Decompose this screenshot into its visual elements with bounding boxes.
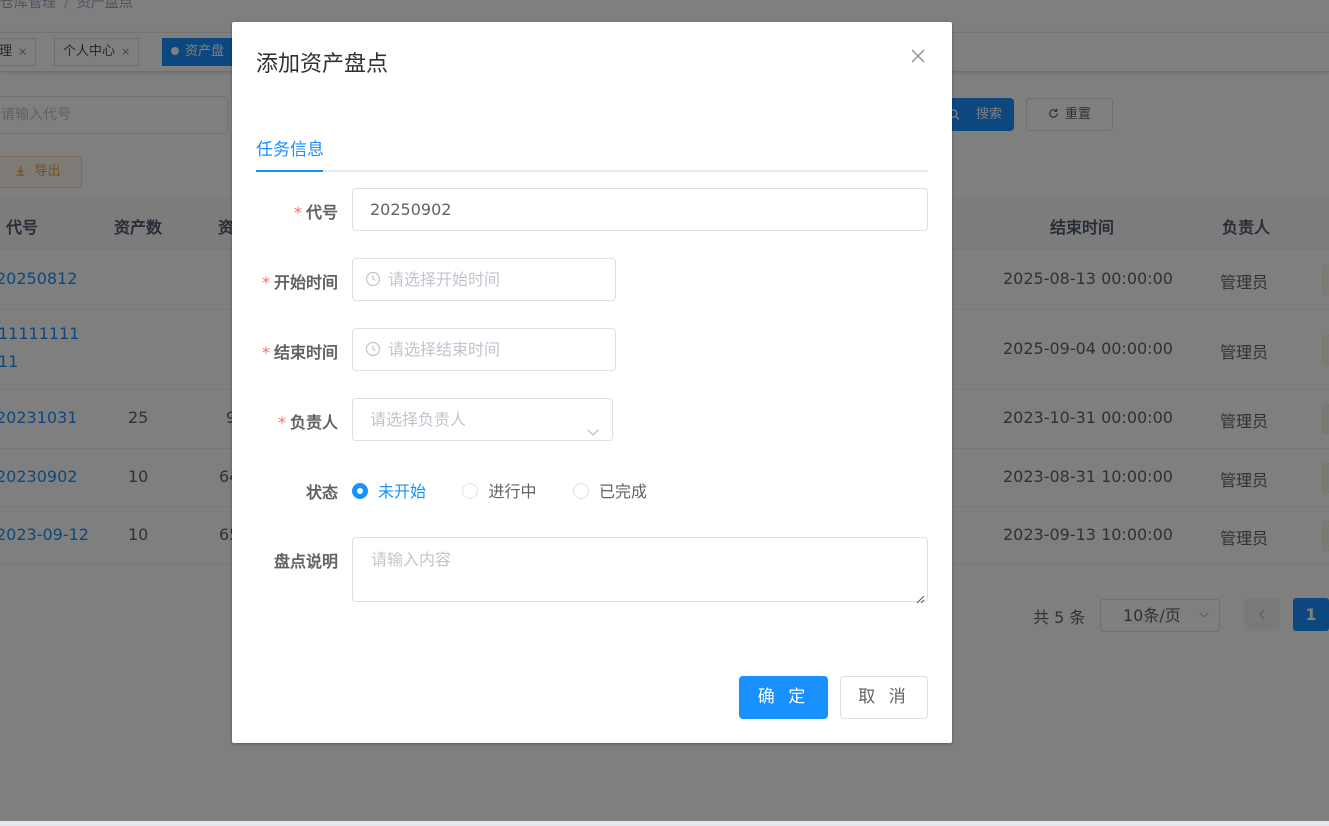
end-time-picker[interactable]: 请选择结束时间	[352, 328, 616, 371]
close-icon[interactable]	[908, 46, 928, 66]
resize-handle-icon[interactable]	[915, 589, 925, 604]
required-mark: *	[293, 203, 302, 222]
chevron-down-icon	[586, 413, 600, 436]
dialog-tabs: 任务信息	[256, 130, 928, 172]
add-inventory-dialog: 添加资产盘点 任务信息 * 代号 20250902 * 开始时间 请选择开始时间 *…	[232, 22, 952, 743]
radio-checked-icon	[352, 483, 368, 499]
radio-unchecked-icon	[572, 483, 589, 499]
note-label: 盘点说明	[273, 552, 338, 571]
radio-label: 未开始	[378, 482, 427, 501]
required-mark: *	[261, 343, 270, 362]
bottom-scroll-strip	[0, 821, 1329, 826]
end-time-label: * 结束时间	[262, 339, 338, 363]
status-radio-completed[interactable]: 已完成	[572, 478, 647, 502]
label-text: 开始时间	[273, 273, 338, 292]
required-mark: *	[277, 413, 286, 432]
code-label: * 代号	[294, 199, 338, 223]
note-textarea[interactable]: 请输入内容	[352, 537, 928, 604]
confirm-button[interactable]: 确 定	[739, 676, 828, 719]
label-text: 结束时间	[273, 343, 338, 362]
status-label: 状态	[305, 483, 338, 502]
clock-icon	[365, 261, 381, 287]
clock-icon	[365, 331, 381, 357]
owner-placeholder: 请选择负责人	[370, 410, 467, 429]
label-text: 代号	[305, 203, 338, 222]
note-placeholder: 请输入内容	[371, 550, 452, 569]
tab-task-info[interactable]: 任务信息	[256, 135, 324, 160]
dialog-title: 添加资产盘点	[256, 52, 389, 77]
start-time-label: * 开始时间	[262, 269, 338, 293]
status-radio-not-started[interactable]: 未开始	[352, 478, 426, 502]
owner-label: * 负责人	[278, 409, 338, 433]
tab-active-bar	[256, 170, 323, 172]
code-input[interactable]: 20250902	[352, 188, 928, 231]
radio-label: 进行中	[488, 482, 537, 501]
status-radio-group: 未开始 进行中 已完成	[352, 478, 679, 502]
end-time-placeholder: 请选择结束时间	[388, 340, 501, 359]
start-time-placeholder: 请选择开始时间	[388, 270, 501, 289]
required-mark: *	[261, 273, 270, 292]
radio-unchecked-icon	[462, 483, 479, 499]
cancel-button[interactable]: 取 消	[840, 676, 928, 719]
status-radio-in-progress[interactable]: 进行中	[462, 478, 536, 502]
label-text: 负责人	[289, 413, 338, 432]
start-time-picker[interactable]: 请选择开始时间	[352, 258, 616, 301]
owner-select[interactable]: 请选择负责人	[352, 398, 613, 441]
radio-label: 已完成	[598, 482, 647, 501]
